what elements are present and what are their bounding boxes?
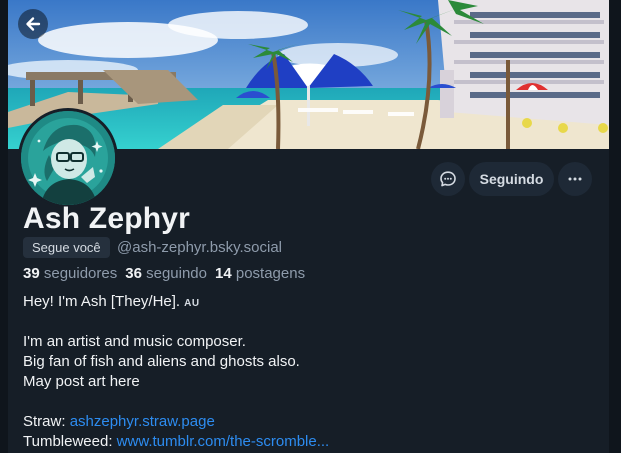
bio-line: Straw: ashzephyr.straw.page	[23, 412, 603, 432]
bio-intro: Hey! I'm Ash [They/He].	[23, 293, 181, 310]
bio-line: I'm an artist and music composer.	[23, 333, 246, 350]
avatar-image	[21, 111, 115, 205]
bio-line: May post art here	[23, 373, 140, 390]
chat-bubble-icon	[440, 171, 456, 187]
following-button[interactable]: Seguindo	[469, 162, 554, 196]
tumbleweed-link[interactable]: www.tumblr.com/the-scromble...	[117, 433, 330, 450]
bio-line: Big fan of fish and aliens and ghosts al…	[23, 353, 300, 370]
followers-label: seguidores	[43, 265, 118, 282]
bio-line: Hey! I'm Ash [They/He]. AU	[23, 292, 603, 312]
following-link[interactable]: 36 seguindo	[125, 265, 207, 282]
follows-you-badge: Segue você	[23, 237, 110, 258]
followers-count: 39	[23, 265, 40, 282]
bio-tag: AU	[184, 298, 200, 309]
profile-handle: @ash-zephyr.bsky.social	[117, 239, 283, 256]
straw-link[interactable]: ashzephyr.straw.page	[70, 413, 215, 430]
followers-link[interactable]: 39 seguidores	[23, 265, 117, 282]
message-button[interactable]	[431, 162, 465, 196]
tumbleweed-label: Tumbleweed:	[23, 433, 113, 450]
following-label: seguindo	[146, 265, 207, 282]
window-edge-left	[0, 0, 8, 453]
display-name: Ash Zephyr	[23, 202, 191, 235]
straw-label: Straw:	[23, 413, 66, 430]
profile-page: Seguindo Ash Zephyr Segue você @ash-zeph…	[8, 0, 609, 453]
posts-stat: 14 postagens	[215, 265, 305, 282]
back-button[interactable]	[18, 9, 48, 39]
bio-blank-line	[23, 392, 603, 412]
ellipsis-icon	[568, 177, 582, 181]
window-edge-right	[609, 0, 621, 453]
bio-line: Tumbleweed: www.tumblr.com/the-scromble.…	[23, 432, 603, 452]
profile-stats: 39 seguidores 36 seguindo 14 postagens	[23, 265, 305, 282]
profile-bio: Hey! I'm Ash [They/He]. AU I'm an artist …	[23, 292, 603, 452]
following-count: 36	[125, 265, 142, 282]
bio-blank-line	[23, 312, 603, 332]
posts-label: postagens	[235, 265, 306, 282]
more-options-button[interactable]	[558, 162, 592, 196]
arrow-left-icon	[26, 17, 41, 31]
posts-count: 14	[215, 265, 232, 282]
avatar[interactable]	[18, 108, 118, 208]
